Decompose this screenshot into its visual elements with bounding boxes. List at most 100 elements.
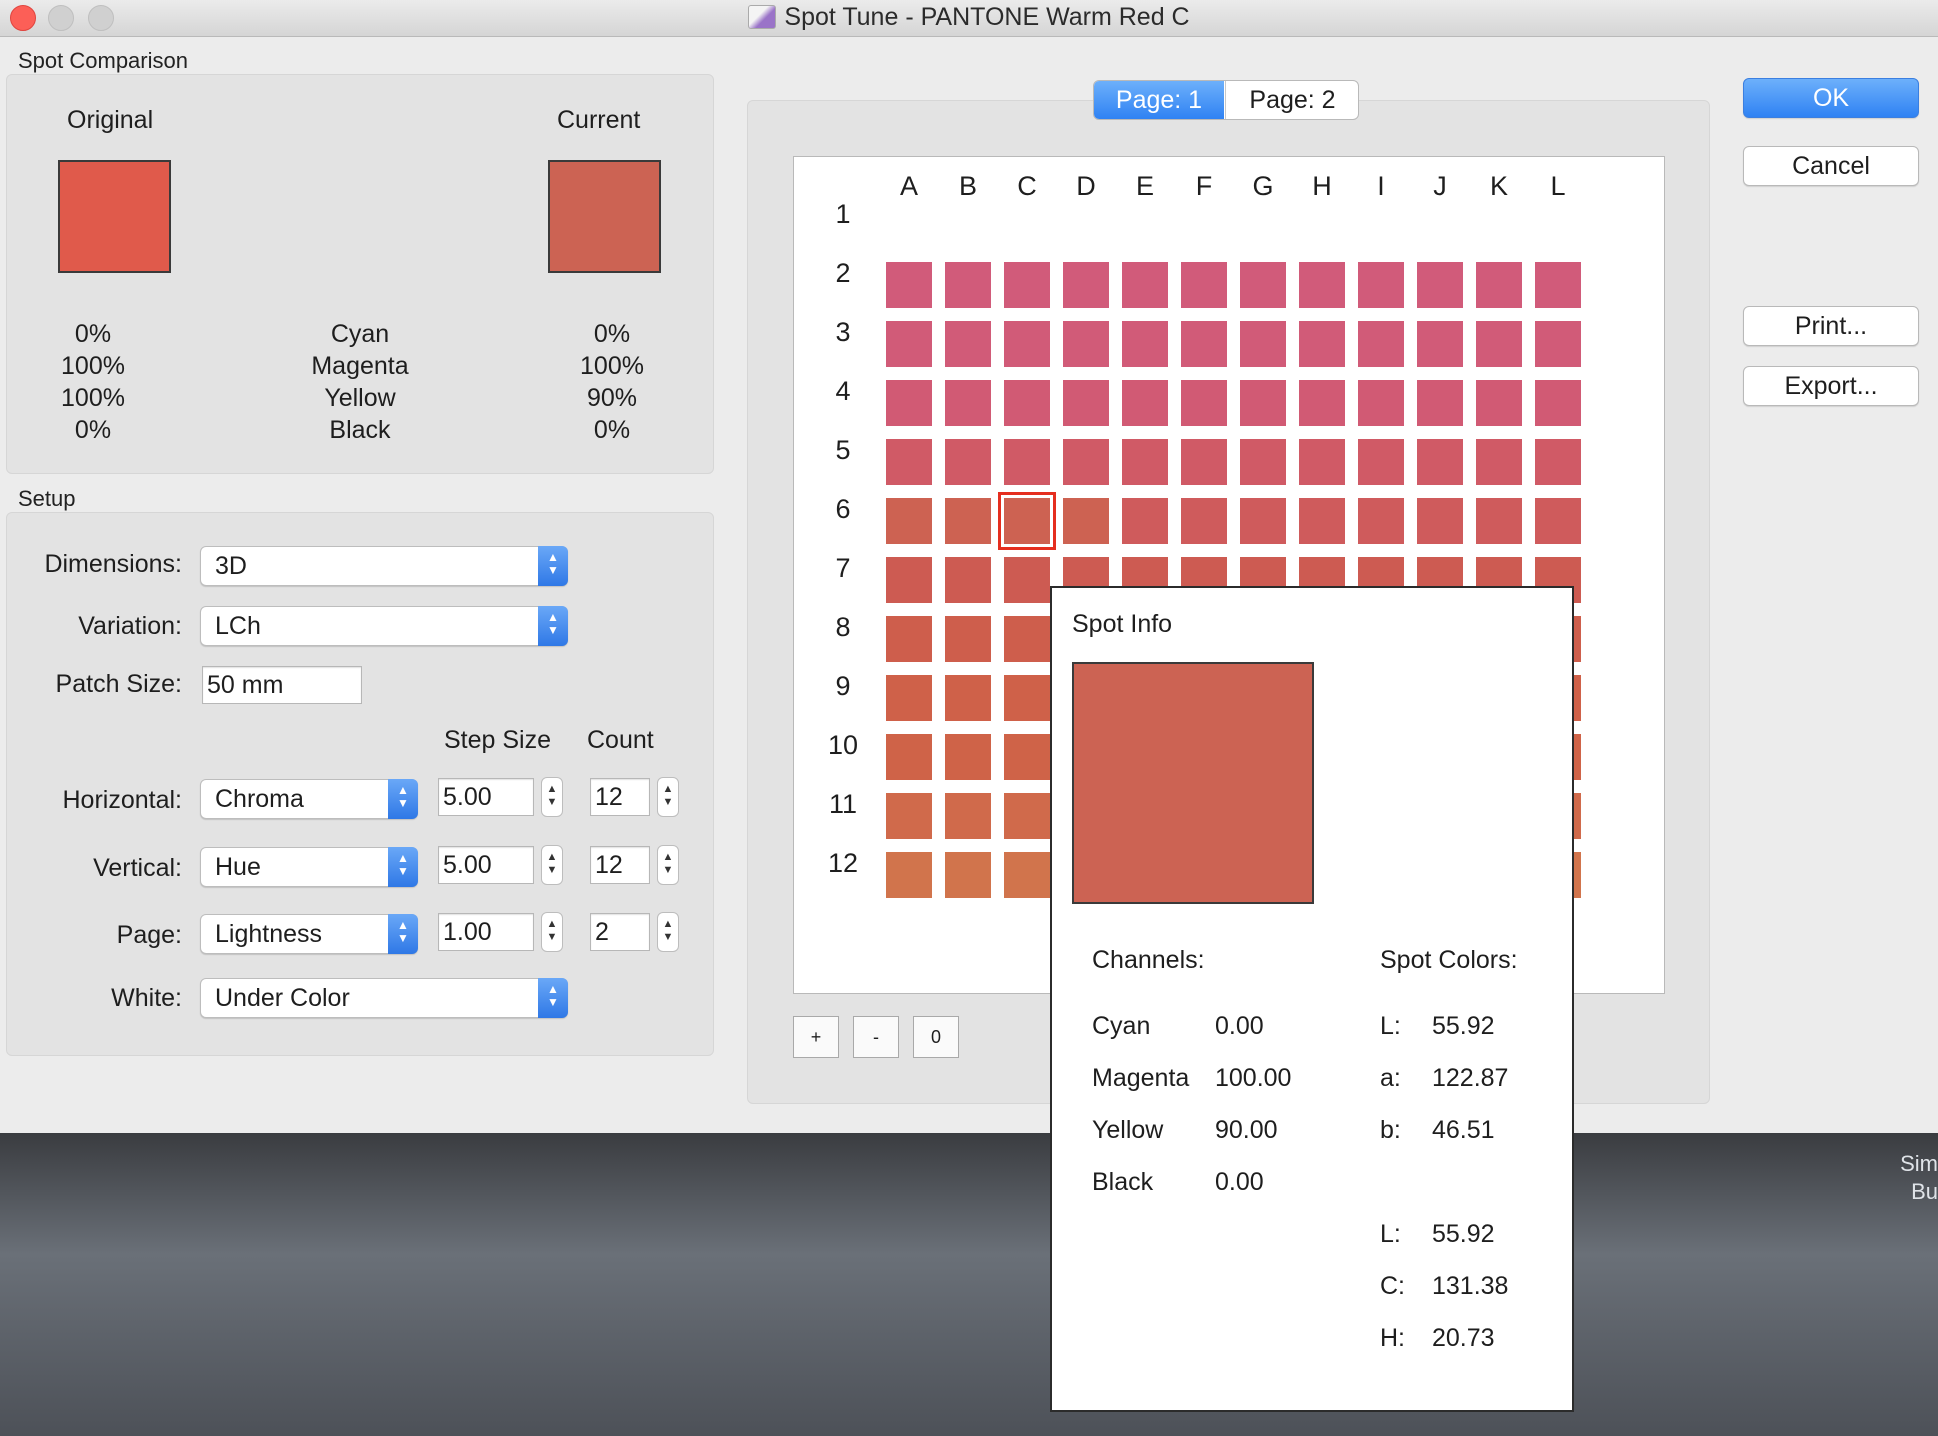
color-patch[interactable]	[886, 734, 932, 780]
vertical-step-stepper[interactable]: ▲ ▼	[541, 845, 563, 885]
dimensions-select[interactable]: 3D ▲ ▼	[200, 546, 568, 586]
color-patch[interactable]	[1004, 675, 1050, 721]
color-patch[interactable]	[945, 439, 991, 485]
color-patch[interactable]	[1181, 321, 1227, 367]
color-patch[interactable]	[1240, 498, 1286, 544]
export-button[interactable]: Export...	[1743, 366, 1919, 406]
color-patch[interactable]	[1358, 439, 1404, 485]
color-patch[interactable]	[1122, 321, 1168, 367]
color-patch[interactable]	[1063, 380, 1109, 426]
color-patch[interactable]	[1417, 321, 1463, 367]
ok-button[interactable]: OK	[1743, 78, 1919, 118]
color-patch[interactable]	[945, 852, 991, 898]
horizontal-step-field[interactable]: 5.00	[438, 778, 534, 816]
color-patch[interactable]	[886, 852, 932, 898]
page-segmented-control[interactable]: Page: 1 Page: 2	[1093, 80, 1359, 120]
color-patch[interactable]	[1299, 498, 1345, 544]
color-patch[interactable]	[1240, 321, 1286, 367]
vertical-count-field[interactable]: 12	[590, 846, 650, 884]
color-patch[interactable]	[1063, 321, 1109, 367]
vertical-select[interactable]: Hue ▲ ▼	[200, 847, 418, 887]
color-patch[interactable]	[945, 498, 991, 544]
zoom-in-button[interactable]: +	[793, 1016, 839, 1058]
zoom-out-button[interactable]: -	[853, 1016, 899, 1058]
color-patch[interactable]	[1417, 498, 1463, 544]
color-patch[interactable]	[1476, 321, 1522, 367]
color-patch[interactable]	[945, 616, 991, 662]
color-patch[interactable]	[886, 380, 932, 426]
print-button[interactable]: Print...	[1743, 306, 1919, 346]
color-patch[interactable]	[1004, 439, 1050, 485]
color-patch[interactable]	[1476, 439, 1522, 485]
color-patch[interactable]	[1535, 262, 1581, 308]
color-patch[interactable]	[945, 321, 991, 367]
color-patch[interactable]	[1004, 734, 1050, 780]
color-patch[interactable]	[1004, 380, 1050, 426]
color-patch[interactable]	[1181, 262, 1227, 308]
horizontal-count-field[interactable]: 12	[590, 778, 650, 816]
color-patch[interactable]	[886, 262, 932, 308]
color-patch[interactable]	[1476, 262, 1522, 308]
color-patch[interactable]	[1004, 262, 1050, 308]
color-patch[interactable]	[1063, 262, 1109, 308]
vertical-step-field[interactable]: 5.00	[438, 846, 534, 884]
color-patch[interactable]	[886, 675, 932, 721]
color-patch[interactable]	[1476, 498, 1522, 544]
color-patch[interactable]	[1004, 852, 1050, 898]
horizontal-select[interactable]: Chroma ▲ ▼	[200, 779, 418, 819]
color-patch[interactable]	[945, 734, 991, 780]
color-patch[interactable]	[1181, 380, 1227, 426]
color-patch[interactable]	[1535, 498, 1581, 544]
color-patch[interactable]	[1004, 616, 1050, 662]
color-patch[interactable]	[886, 439, 932, 485]
color-patch[interactable]	[886, 321, 932, 367]
color-patch[interactable]	[945, 675, 991, 721]
color-patch[interactable]	[945, 262, 991, 308]
color-patch[interactable]	[1358, 321, 1404, 367]
color-patch[interactable]	[1358, 498, 1404, 544]
color-patch[interactable]	[886, 498, 932, 544]
color-patch[interactable]	[1122, 498, 1168, 544]
color-patch[interactable]	[1417, 380, 1463, 426]
color-patch[interactable]	[945, 793, 991, 839]
color-patch[interactable]	[1063, 439, 1109, 485]
color-patch[interactable]	[1004, 557, 1050, 603]
page-step-stepper[interactable]: ▲ ▼	[541, 912, 563, 952]
white-select[interactable]: Under Color ▲ ▼	[200, 978, 568, 1018]
color-patch[interactable]	[1299, 262, 1345, 308]
page-count-field[interactable]: 2	[590, 913, 650, 951]
horizontal-step-stepper[interactable]: ▲ ▼	[541, 777, 563, 817]
tab-page-2[interactable]: Page: 2	[1225, 81, 1358, 119]
color-patch[interactable]	[1358, 262, 1404, 308]
color-patch[interactable]	[1299, 439, 1345, 485]
color-patch[interactable]	[1535, 439, 1581, 485]
color-patch[interactable]	[1299, 321, 1345, 367]
cancel-button[interactable]: Cancel	[1743, 146, 1919, 186]
patch-size-field[interactable]: 50 mm	[202, 666, 362, 704]
color-patch[interactable]	[945, 557, 991, 603]
color-patch[interactable]	[1240, 439, 1286, 485]
page-count-stepper[interactable]: ▲ ▼	[657, 912, 679, 952]
color-patch[interactable]	[1476, 380, 1522, 426]
color-patch[interactable]	[1004, 321, 1050, 367]
color-patch[interactable]	[886, 793, 932, 839]
color-patch[interactable]	[1417, 262, 1463, 308]
vertical-count-stepper[interactable]: ▲ ▼	[657, 845, 679, 885]
color-patch[interactable]	[1181, 498, 1227, 544]
color-patch[interactable]	[886, 557, 932, 603]
color-patch[interactable]	[1240, 262, 1286, 308]
color-patch[interactable]	[1122, 439, 1168, 485]
color-patch[interactable]	[1535, 380, 1581, 426]
tab-page-1[interactable]: Page: 1	[1094, 81, 1224, 119]
color-patch[interactable]	[1358, 380, 1404, 426]
color-patch[interactable]	[1535, 321, 1581, 367]
color-patch[interactable]	[1063, 498, 1109, 544]
color-patch[interactable]	[1004, 793, 1050, 839]
page-select[interactable]: Lightness ▲ ▼	[200, 914, 418, 954]
horizontal-count-stepper[interactable]: ▲ ▼	[657, 777, 679, 817]
page-step-field[interactable]: 1.00	[438, 913, 534, 951]
color-patch[interactable]	[886, 616, 932, 662]
color-patch[interactable]	[1299, 380, 1345, 426]
color-patch[interactable]	[1240, 380, 1286, 426]
color-patch[interactable]	[945, 380, 991, 426]
